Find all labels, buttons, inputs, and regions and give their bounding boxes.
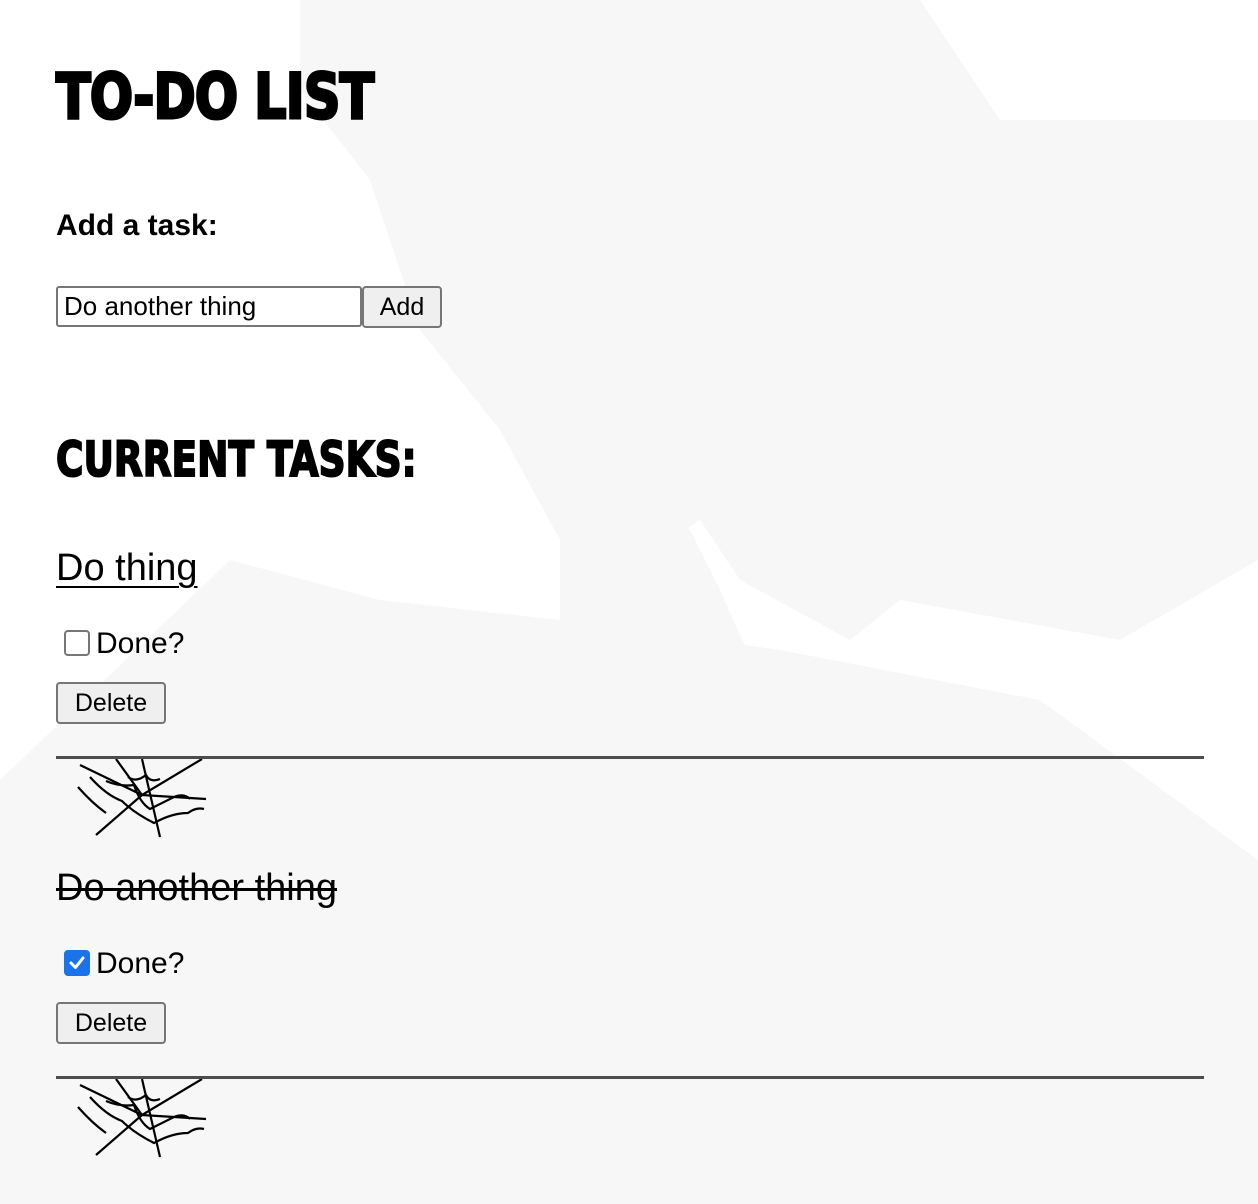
task-name: Do another thing	[56, 867, 337, 909]
task-item: Do thing Done? Delete	[56, 546, 1204, 866]
done-checkbox[interactable]	[64, 950, 90, 976]
done-label: Done?	[96, 627, 185, 660]
task-name: Do thing	[56, 547, 198, 589]
add-button[interactable]: Add	[362, 286, 442, 328]
todo-page: To-Do List Add a task: Add Current Tasks…	[55, 0, 1204, 1204]
task-divider	[56, 756, 1204, 759]
page-title: To-Do List	[55, 60, 376, 133]
spider-web-icon	[77, 1079, 206, 1158]
delete-button[interactable]: Delete	[56, 682, 166, 724]
task-divider	[56, 1076, 1204, 1079]
current-tasks-title: Current Tasks:	[55, 432, 417, 488]
done-label: Done?	[96, 947, 185, 980]
checkmark-icon	[69, 956, 85, 969]
spider-web-icon	[77, 759, 206, 838]
done-checkbox[interactable]	[64, 630, 90, 656]
task-input[interactable]	[56, 286, 362, 327]
task-item: Do another thing Done? Delete	[56, 866, 1204, 1186]
delete-button[interactable]: Delete	[56, 1002, 166, 1044]
add-task-label: Add a task:	[56, 209, 218, 242]
